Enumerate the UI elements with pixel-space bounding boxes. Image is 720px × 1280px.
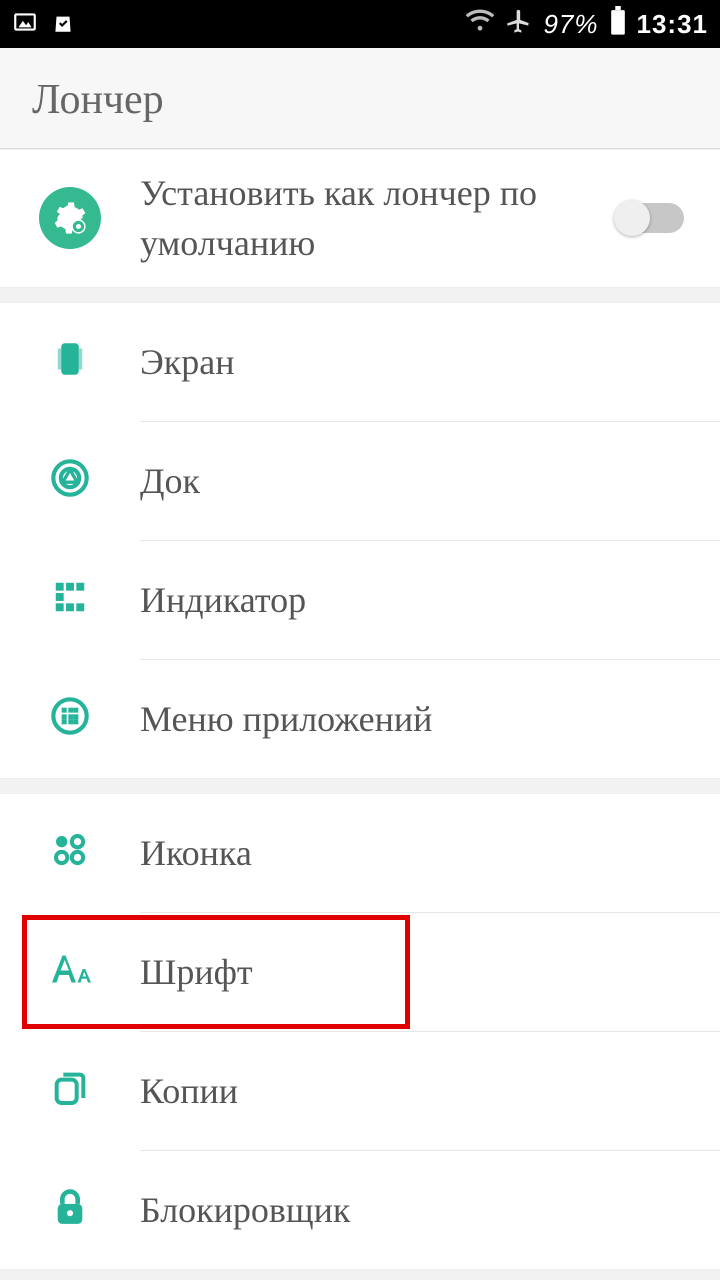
font-label: Шрифт [140,929,700,1015]
copies-icon [50,1068,90,1113]
dock-icon [50,458,90,503]
blocker-label: Блокировщик [140,1167,700,1253]
battery-icon [609,6,627,43]
copies-label: Копии [140,1048,700,1134]
row-copies[interactable]: Копии [0,1032,720,1150]
appmenu-icon [50,696,90,741]
wifi-icon [465,9,495,40]
row-dock[interactable]: Док [0,422,720,540]
section-display: Экран Док Индикатор [0,302,720,779]
row-blocker[interactable]: Блокировщик [0,1151,720,1269]
picture-icon [12,9,38,40]
page-title-text: Лончер [32,77,164,123]
status-bar: 97% 13:31 [0,0,720,48]
row-icon[interactable]: Иконка [0,794,720,912]
airplane-icon [505,7,533,42]
appmenu-label: Меню приложений [140,676,700,762]
shapes-icon [50,830,90,875]
gear-icon [39,187,101,249]
clock: 13:31 [637,9,709,40]
icon-label: Иконка [140,810,700,896]
screen-label: Экран [140,319,700,405]
lock-icon [51,1187,89,1232]
row-font[interactable]: Шрифт [0,913,720,1031]
screen-icon [49,338,91,385]
page-title: Лончер [0,48,720,149]
default-launcher-toggle[interactable] [618,203,684,233]
row-set-default-launcher[interactable]: Установить как лончер по умолчанию [0,150,720,287]
row-screen[interactable]: Экран [0,303,720,421]
default-launcher-label: Установить как лончер по умолчанию [140,150,618,287]
indicator-label: Индикатор [140,557,700,643]
row-appmenu[interactable]: Меню приложений [0,660,720,778]
indicator-icon [51,578,89,621]
row-indicator[interactable]: Индикатор [0,541,720,659]
section-other: Иконка Шрифт Копии [0,793,720,1270]
section-default-launcher: Установить как лончер по умолчанию [0,149,720,288]
font-icon [49,951,91,992]
bag-check-icon [50,9,76,40]
dock-label: Док [140,438,700,524]
battery-percentage: 97% [543,9,598,40]
